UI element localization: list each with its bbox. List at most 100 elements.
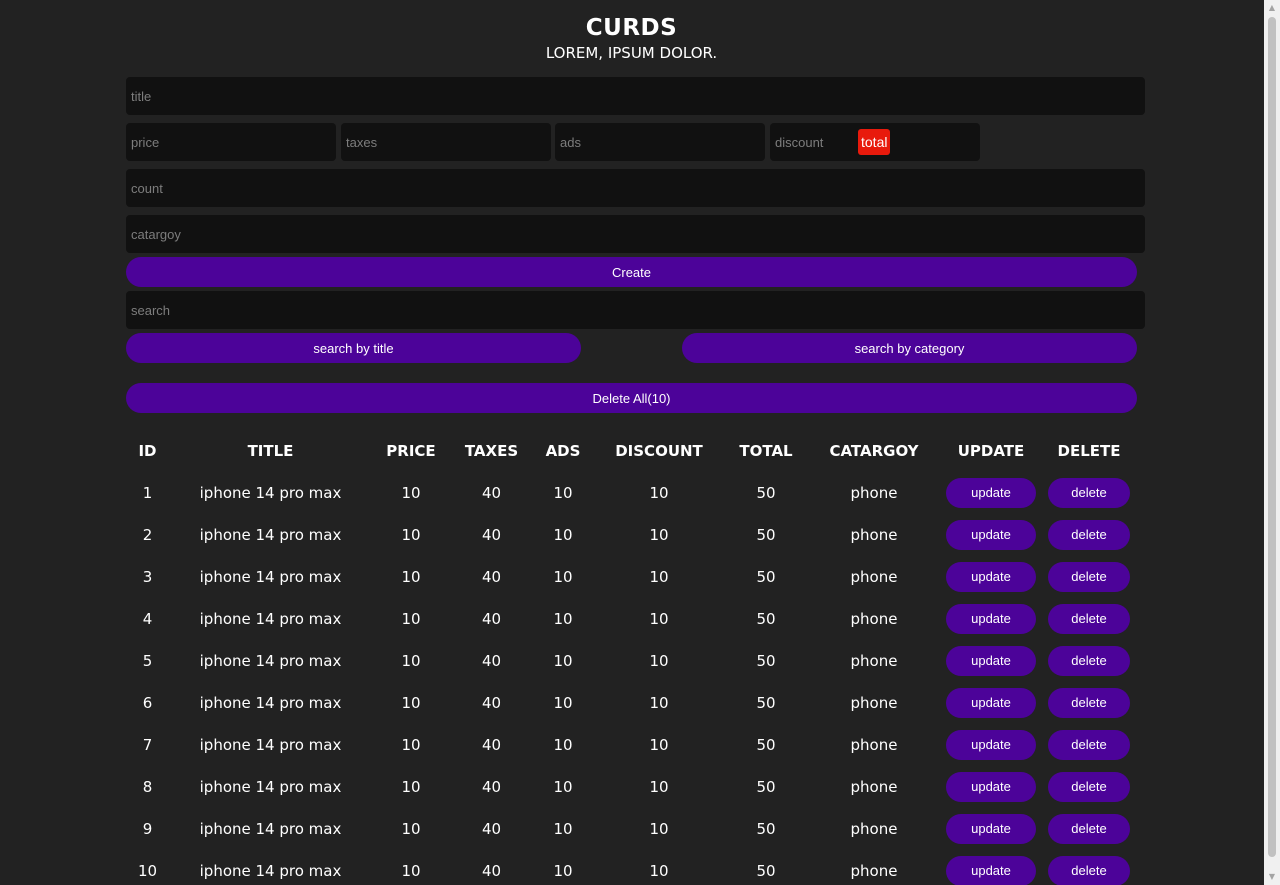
header-discount: DISCOUNT (615, 442, 703, 460)
cell-category: phone (850, 610, 898, 628)
cell-id: 2 (142, 526, 153, 544)
delete-button[interactable]: delete (1048, 520, 1130, 550)
cell-total: 50 (756, 820, 776, 838)
cell-category: phone (850, 736, 898, 754)
delete-button[interactable]: delete (1048, 478, 1130, 508)
delete-button[interactable]: delete (1048, 772, 1130, 802)
update-button[interactable]: update (946, 604, 1036, 634)
cell-id: 4 (142, 610, 153, 628)
table-header-row: ID TITLE PRICE TAXES ADS DISCOUNT TOTAL … (126, 430, 1137, 472)
cell-total: 50 (756, 568, 776, 586)
update-button[interactable]: update (946, 478, 1036, 508)
price-input[interactable] (126, 123, 336, 161)
delete-button[interactable]: delete (1048, 814, 1130, 844)
update-button[interactable]: update (946, 520, 1036, 550)
cell-discount: 10 (649, 820, 669, 838)
cell-taxes: 40 (481, 862, 502, 880)
cell-title: iphone 14 pro max (199, 484, 342, 502)
header-delete: DELETE (1057, 442, 1121, 460)
cell-category: phone (850, 820, 898, 838)
category-input[interactable] (126, 215, 1145, 253)
cell-title: iphone 14 pro max (199, 610, 342, 628)
update-button[interactable]: update (946, 688, 1036, 718)
cell-ads: 10 (553, 778, 573, 796)
create-button[interactable]: Create (126, 257, 1137, 287)
cell-delete: delete (1041, 556, 1137, 598)
delete-all-button[interactable]: Delete All(10) (126, 383, 1137, 413)
cell-ads: 10 (553, 694, 573, 712)
cell-category: phone (850, 778, 898, 796)
cell-price: 10 (401, 526, 421, 544)
update-button[interactable]: update (946, 772, 1036, 802)
cell-delete: delete (1041, 640, 1137, 682)
update-button[interactable]: update (946, 856, 1036, 885)
cell-discount: 10 (649, 526, 669, 544)
cell-discount: 10 (649, 484, 669, 502)
update-button[interactable]: update (946, 730, 1036, 760)
cell-total: 50 (756, 694, 776, 712)
cell-update: update (941, 850, 1041, 885)
cell-total: 50 (756, 778, 776, 796)
cell-id: 5 (142, 652, 153, 670)
cell-price: 10 (401, 694, 421, 712)
table-row: 9 iphone 14 pro max 10 40 10 10 50 phone update d… (126, 808, 1137, 850)
cell-category: phone (850, 568, 898, 586)
header-ads: ADS (545, 442, 581, 460)
cell-discount: 10 (649, 736, 669, 754)
search-by-title-button[interactable]: search by title (126, 333, 581, 363)
cell-title: iphone 14 pro max (199, 526, 342, 544)
cell-delete: delete (1041, 850, 1137, 885)
delete-button[interactable]: delete (1048, 730, 1130, 760)
cell-ads: 10 (553, 568, 573, 586)
cell-delete: delete (1041, 514, 1137, 556)
products-table: ID TITLE PRICE TAXES ADS DISCOUNT TOTAL … (126, 430, 1137, 885)
cell-ads: 10 (553, 610, 573, 628)
cell-taxes: 40 (481, 526, 502, 544)
update-button[interactable]: update (946, 562, 1036, 592)
table-row: 4 iphone 14 pro max 10 40 10 10 50 phone update d… (126, 598, 1137, 640)
delete-button[interactable]: delete (1048, 688, 1130, 718)
header-taxes: TAXES (464, 442, 519, 460)
cell-ads: 10 (553, 820, 573, 838)
page-subtitle: LOREM, IPSUM DOLOR. (545, 44, 718, 62)
update-button[interactable]: update (946, 814, 1036, 844)
table-row: 7 iphone 14 pro max 10 40 10 10 50 phone update d… (126, 724, 1137, 766)
header-price: PRICE (386, 442, 436, 460)
search-input[interactable] (126, 291, 1145, 329)
taxes-input[interactable] (341, 123, 551, 161)
cell-price: 10 (401, 610, 421, 628)
cell-total: 50 (756, 610, 776, 628)
update-button[interactable]: update (946, 646, 1036, 676)
table-row: 5 iphone 14 pro max 10 40 10 10 50 phone update d… (126, 640, 1137, 682)
cell-taxes: 40 (481, 820, 502, 838)
cell-delete: delete (1041, 682, 1137, 724)
table-row: 8 iphone 14 pro max 10 40 10 10 50 phone update d… (126, 766, 1137, 808)
scrollbar-thumb[interactable] (1268, 17, 1276, 857)
cell-id: 10 (137, 862, 158, 880)
header-id: ID (138, 442, 157, 460)
scroll-up-arrow-icon[interactable]: ▲ (1264, 0, 1280, 16)
page: CURDS LOREM, IPSUM DOLOR. total Create s… (0, 0, 1280, 885)
title-input[interactable] (126, 77, 1145, 115)
cell-total: 50 (756, 652, 776, 670)
vertical-scrollbar[interactable]: ▲ ▼ (1264, 0, 1280, 885)
header-title: TITLE (247, 442, 294, 460)
cell-price: 10 (401, 778, 421, 796)
cell-category: phone (850, 862, 898, 880)
delete-button[interactable]: delete (1048, 646, 1130, 676)
ads-input[interactable] (555, 123, 765, 161)
scroll-down-arrow-icon[interactable]: ▼ (1264, 869, 1280, 885)
delete-button[interactable]: delete (1048, 604, 1130, 634)
search-by-category-button[interactable]: search by category (682, 333, 1137, 363)
delete-button[interactable]: delete (1048, 562, 1130, 592)
cell-discount: 10 (649, 652, 669, 670)
delete-button[interactable]: delete (1048, 856, 1130, 885)
cell-title: iphone 14 pro max (199, 652, 342, 670)
cell-update: update (941, 514, 1041, 556)
count-input[interactable] (126, 169, 1145, 207)
cell-delete: delete (1041, 598, 1137, 640)
cell-ads: 10 (553, 484, 573, 502)
products-table-wrap: ID TITLE PRICE TAXES ADS DISCOUNT TOTAL … (126, 430, 1137, 885)
cell-discount: 10 (649, 610, 669, 628)
cell-taxes: 40 (481, 484, 502, 502)
